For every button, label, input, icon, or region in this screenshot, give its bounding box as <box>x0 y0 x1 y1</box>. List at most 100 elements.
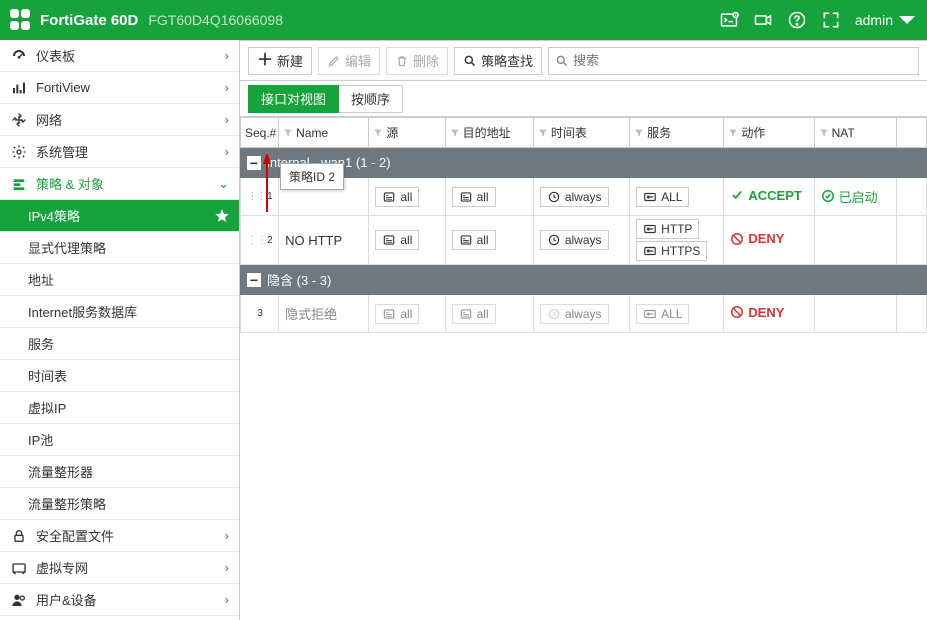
chevron-right-icon: › <box>225 560 229 575</box>
column-header[interactable]: 目的地址 <box>445 118 533 148</box>
search-input[interactable] <box>573 53 912 68</box>
extra-cell <box>896 216 926 265</box>
action-cell: ACCEPT <box>724 178 814 216</box>
address-pill[interactable]: all <box>452 187 496 207</box>
sidebar-subitem-4-6[interactable]: 虚拟IP <box>0 392 239 424</box>
seq-cell[interactable]: ⋮⋮ 2 <box>241 216 279 265</box>
top-bar: FortiGate 60D FGT60D4Q16066098 admin <box>0 0 927 40</box>
admin-label: admin <box>855 12 893 28</box>
column-header[interactable] <box>896 118 926 148</box>
policy-grid-wrapper[interactable]: Seq.# Name 源 目的地址 时间表 服务 动作 NAT−internal… <box>240 117 927 620</box>
sidebar-subitem-4-5[interactable]: 时间表 <box>0 360 239 392</box>
fullscreen-icon[interactable] <box>821 10 841 30</box>
service-pill[interactable]: HTTP <box>636 219 699 239</box>
chevron-right-icon: › <box>225 592 229 607</box>
schedule-pill[interactable]: always <box>540 230 609 250</box>
schedule-pill[interactable]: always <box>540 187 609 207</box>
policy-row[interactable]: ⋮⋮ 2NO HTTP all all always HTTPHTTPS DENY <box>241 216 927 265</box>
collapse-icon[interactable]: − <box>247 273 261 287</box>
sidebar-item-7[interactable]: 用户&设备› <box>0 584 239 616</box>
action-deny: DENY <box>730 231 784 246</box>
schedule-cell: always <box>533 216 629 265</box>
policy-row[interactable]: 3隐式拒绝 all all alwaysALL DENY <box>241 295 927 333</box>
delete-label: 删除 <box>413 51 439 70</box>
column-header[interactable]: Seq.# <box>241 118 279 148</box>
address-pill[interactable]: all <box>452 304 496 324</box>
column-label: 服务 <box>647 124 671 141</box>
sidebar-item-3[interactable]: 系统管理› <box>0 136 239 168</box>
nav-icon <box>10 560 28 576</box>
action-cell: DENY <box>724 216 814 265</box>
admin-menu[interactable]: admin <box>855 10 917 30</box>
drag-handle-icon[interactable]: ⋮⋮ <box>247 235 265 246</box>
extra-cell <box>896 178 926 216</box>
name-cell: NO HTTP <box>279 216 369 265</box>
brand-name: FortiGate 60D <box>40 12 138 29</box>
nav-label: 用户&设备 <box>36 590 225 609</box>
service-pill[interactable]: ALL <box>636 187 689 207</box>
column-header[interactable]: 时间表 <box>533 118 629 148</box>
sidebar-item-6[interactable]: 虚拟专网› <box>0 552 239 584</box>
dst-cell: all <box>445 216 533 265</box>
address-pill[interactable]: all <box>375 230 419 250</box>
pencil-icon <box>327 54 341 68</box>
sidebar-item-1[interactable]: FortiView› <box>0 72 239 104</box>
subitem-label: 流量整形器 <box>28 462 229 481</box>
sidebar-item-4[interactable]: 策略 & 对象⌄ <box>0 168 239 200</box>
nav-icon <box>10 80 28 96</box>
nav-label: 安全配置文件 <box>36 526 225 545</box>
sidebar-subitem-4-3[interactable]: Internet服务数据库 <box>0 296 239 328</box>
src-cell: all <box>369 216 445 265</box>
column-header[interactable]: 源 <box>369 118 445 148</box>
action-deny: DENY <box>730 305 784 320</box>
subitem-label: 显式代理策略 <box>28 238 229 257</box>
sidebar[interactable]: 仪表板›FortiView›网络›系统管理›策略 & 对象⌄ IPv4策略显式代理… <box>0 40 240 620</box>
nat-cell <box>814 216 896 265</box>
action-cell: DENY <box>724 295 814 333</box>
sidebar-subitem-4-4[interactable]: 服务 <box>0 328 239 360</box>
extra-cell <box>896 295 926 333</box>
sidebar-subitem-4-1[interactable]: 显式代理策略 <box>0 232 239 264</box>
service-cell: ALL <box>630 178 724 216</box>
policy-lookup-button[interactable]: 策略查找 <box>454 47 542 75</box>
nat-cell: 已启动 <box>814 178 896 216</box>
sidebar-subitem-4-7[interactable]: IP池 <box>0 424 239 456</box>
sidebar-subitem-4-0[interactable]: IPv4策略 <box>0 200 239 232</box>
main-pane: ＋新建 编辑 删除 策略查找 接口对视图 按顺序 Seq.# Name 源 目的… <box>240 40 927 620</box>
src-cell: all <box>369 295 445 333</box>
help-icon[interactable] <box>787 10 807 30</box>
sidebar-item-2[interactable]: 网络› <box>0 104 239 136</box>
search-input-wrapper[interactable] <box>548 47 919 75</box>
sidebar-subitem-4-8[interactable]: 流量整形器 <box>0 456 239 488</box>
toolbar: ＋新建 编辑 删除 策略查找 <box>240 41 927 81</box>
view-tabs: 接口对视图 按顺序 <box>240 81 927 117</box>
sidebar-item-5[interactable]: 安全配置文件› <box>0 520 239 552</box>
address-pill[interactable]: all <box>452 230 496 250</box>
service-pill[interactable]: ALL <box>636 304 689 324</box>
tab-pair-view[interactable]: 接口对视图 <box>248 85 339 113</box>
address-pill[interactable]: all <box>375 304 419 324</box>
subitem-label: IPv4策略 <box>28 206 215 225</box>
schedule-pill[interactable]: always <box>540 304 609 324</box>
cli-icon[interactable] <box>719 10 739 30</box>
sidebar-item-0[interactable]: 仪表板› <box>0 40 239 72</box>
tab-sequence[interactable]: 按顺序 <box>339 85 403 113</box>
service-cell: ALL <box>630 295 724 333</box>
sidebar-subitem-4-2[interactable]: 地址 <box>0 264 239 296</box>
service-pill[interactable]: HTTPS <box>636 241 707 261</box>
column-header[interactable]: 动作 <box>724 118 814 148</box>
create-button[interactable]: ＋新建 <box>248 47 312 75</box>
search-icon <box>463 54 477 68</box>
column-header[interactable]: Name <box>279 118 369 148</box>
column-header[interactable]: NAT <box>814 118 896 148</box>
group-header[interactable]: −隐含 (3 - 3) <box>241 265 927 295</box>
video-icon[interactable] <box>753 10 773 30</box>
column-label: Seq.# <box>245 126 276 140</box>
sidebar-subitem-4-9[interactable]: 流量整形策略 <box>0 488 239 520</box>
column-label: 源 <box>386 124 398 141</box>
address-pill[interactable]: all <box>375 187 419 207</box>
group-title: 隐含 (3 - 3) <box>267 270 331 289</box>
seq-cell[interactable]: 3 <box>241 295 279 333</box>
annotation-arrow-icon <box>259 154 275 214</box>
column-header[interactable]: 服务 <box>630 118 724 148</box>
